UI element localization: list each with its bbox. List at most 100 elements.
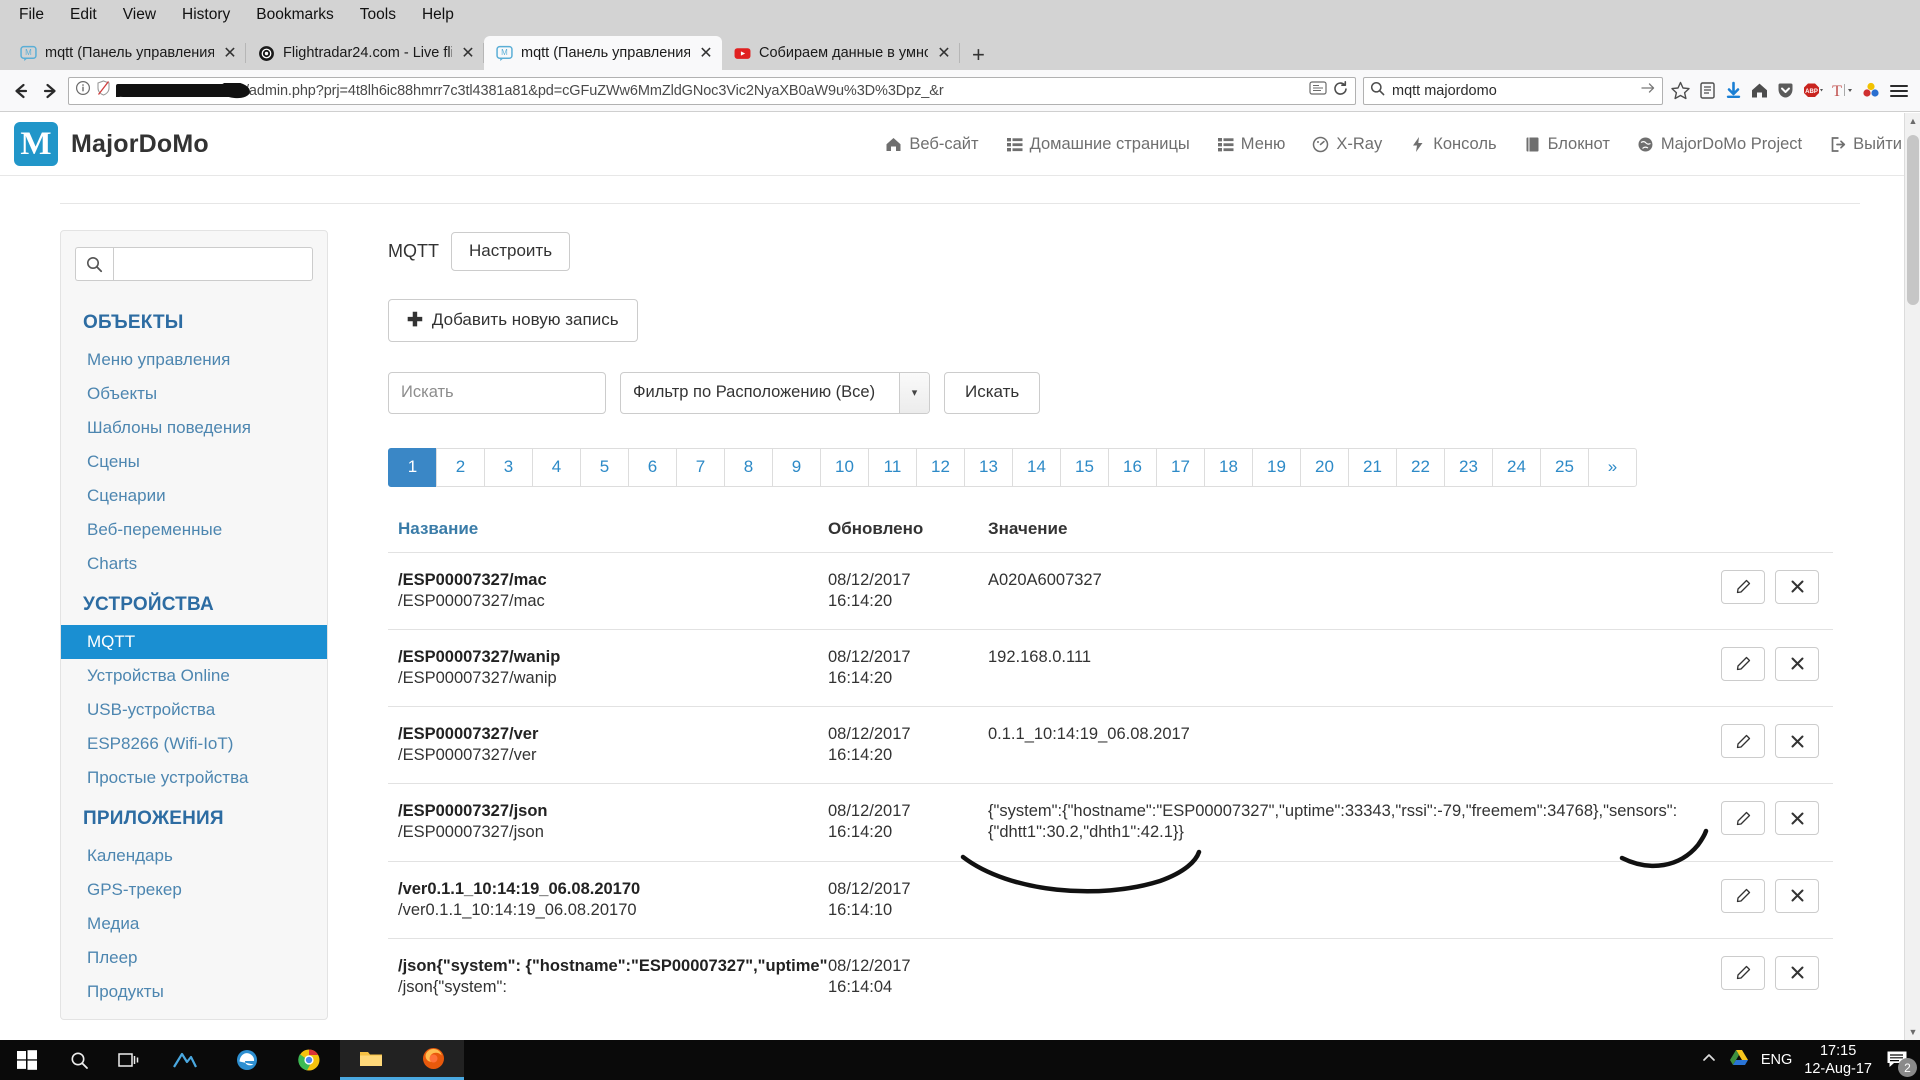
- delete-row-button[interactable]: [1775, 801, 1819, 835]
- reload-icon[interactable]: [1332, 80, 1349, 102]
- topnav-item-notepad[interactable]: Блокнот: [1524, 135, 1610, 154]
- sidebar-item-usb-devices[interactable]: USB-устройства: [61, 693, 327, 727]
- topnav-item-console[interactable]: Консоль: [1409, 135, 1496, 154]
- delete-row-button[interactable]: [1775, 956, 1819, 990]
- sidebar-item-esp8266[interactable]: ESP8266 (Wifi-IoT): [61, 727, 327, 761]
- forward-arrow-icon[interactable]: [39, 80, 61, 102]
- scroll-up-icon[interactable]: ▲: [1905, 113, 1920, 129]
- delete-row-button[interactable]: [1775, 724, 1819, 758]
- sidebar-item-mqtt[interactable]: MQTT: [61, 625, 327, 659]
- browser-tab-1[interactable]: M mqtt (Панель управления) ✕: [8, 36, 246, 70]
- edit-row-button[interactable]: [1721, 724, 1765, 758]
- sidebar-item-web-variables[interactable]: Веб-переменные: [61, 513, 327, 547]
- page-15[interactable]: 15: [1060, 448, 1109, 487]
- taskbar-edge-icon[interactable]: [216, 1040, 278, 1080]
- page-10[interactable]: 10: [820, 448, 869, 487]
- sidebar-item-scenes[interactable]: Сцены: [61, 445, 327, 479]
- browser-tab-3[interactable]: M mqtt (Панель управления) ✕: [484, 36, 722, 70]
- chevron-up-icon[interactable]: [1701, 1051, 1717, 1070]
- sidebar-item-gps-tracker[interactable]: GPS-трекер: [61, 873, 327, 907]
- column-header-name[interactable]: Название: [398, 519, 828, 539]
- scrollbar-thumb[interactable]: [1907, 135, 1919, 305]
- page-info-icon[interactable]: [75, 80, 91, 101]
- taskbar-chrome-icon[interactable]: [278, 1040, 340, 1080]
- page-12[interactable]: 12: [916, 448, 965, 487]
- scroll-down-icon[interactable]: ▼: [1905, 1024, 1920, 1040]
- edit-row-button[interactable]: [1721, 801, 1765, 835]
- translate-icon[interactable]: T: [1830, 81, 1854, 100]
- menu-edit[interactable]: Edit: [57, 4, 110, 26]
- menu-help[interactable]: Help: [409, 4, 467, 26]
- record-search-input[interactable]: [388, 372, 606, 414]
- new-tab-button[interactable]: +: [972, 44, 985, 66]
- taskbar-app-icon-1[interactable]: [154, 1040, 216, 1080]
- delete-row-button[interactable]: [1775, 879, 1819, 913]
- page-14[interactable]: 14: [1012, 448, 1061, 487]
- pocket-icon[interactable]: [1776, 81, 1795, 100]
- search-go-icon[interactable]: [1640, 81, 1656, 100]
- library-icon[interactable]: [1698, 81, 1717, 100]
- page-6[interactable]: 6: [628, 448, 677, 487]
- page-22[interactable]: 22: [1396, 448, 1445, 487]
- sidebar-item-simple-devices[interactable]: Простые устройства: [61, 761, 327, 795]
- delete-row-button[interactable]: [1775, 570, 1819, 604]
- topnav-item-project[interactable]: MajorDoMo Project: [1637, 135, 1802, 154]
- search-bar[interactable]: mqtt majordomo: [1363, 77, 1663, 105]
- taskbar-file-explorer-icon[interactable]: [340, 1040, 402, 1080]
- language-indicator[interactable]: ENG: [1761, 1052, 1792, 1068]
- downloads-icon[interactable]: [1724, 81, 1743, 100]
- sidebar-item-scenarios[interactable]: Сценарии: [61, 479, 327, 513]
- hamburger-menu-icon[interactable]: [1888, 81, 1910, 101]
- add-record-button[interactable]: ✚ Добавить новую запись: [388, 299, 638, 342]
- adblock-plus-icon[interactable]: ABP: [1802, 81, 1823, 100]
- menu-history[interactable]: History: [169, 4, 243, 26]
- page-24[interactable]: 24: [1492, 448, 1541, 487]
- page-4[interactable]: 4: [532, 448, 581, 487]
- page-13[interactable]: 13: [964, 448, 1013, 487]
- taskbar-search-icon[interactable]: [54, 1040, 104, 1080]
- page-9[interactable]: 9: [772, 448, 821, 487]
- sidebar-item-media[interactable]: Медиа: [61, 907, 327, 941]
- topnav-item-home-pages[interactable]: Домашние страницы: [1006, 135, 1190, 154]
- windows-start-icon[interactable]: [0, 1049, 54, 1071]
- page-18[interactable]: 18: [1204, 448, 1253, 487]
- home-icon[interactable]: [1750, 81, 1769, 100]
- page-5[interactable]: 5: [580, 448, 629, 487]
- browser-tab-3-close-icon[interactable]: ✕: [698, 43, 714, 63]
- browser-tab-1-close-icon[interactable]: ✕: [222, 43, 238, 63]
- menu-file[interactable]: File: [6, 4, 57, 26]
- task-view-icon[interactable]: [104, 1040, 154, 1080]
- topnav-item-website[interactable]: Веб-сайт: [885, 135, 978, 154]
- topnav-item-xray[interactable]: X-Ray: [1312, 135, 1382, 154]
- page-16[interactable]: 16: [1108, 448, 1157, 487]
- menu-tools[interactable]: Tools: [347, 4, 409, 26]
- location-filter-select[interactable]: Фильтр по Расположению (Все) ▾: [620, 372, 930, 414]
- menu-bookmarks[interactable]: Bookmarks: [243, 4, 347, 26]
- brand[interactable]: M MajorDoMo: [0, 122, 209, 166]
- page-8[interactable]: 8: [724, 448, 773, 487]
- search-button[interactable]: Искать: [944, 372, 1040, 414]
- page-11[interactable]: 11: [868, 448, 917, 487]
- topnav-item-menu[interactable]: Меню: [1217, 135, 1286, 154]
- edit-row-button[interactable]: [1721, 879, 1765, 913]
- reader-mode-icon[interactable]: [1309, 80, 1327, 101]
- taskbar-firefox-icon[interactable]: [402, 1040, 464, 1080]
- page-7[interactable]: 7: [676, 448, 725, 487]
- page-20[interactable]: 20: [1300, 448, 1349, 487]
- page-2[interactable]: 2: [436, 448, 485, 487]
- sidebar-item-products[interactable]: Продукты: [61, 975, 327, 1009]
- sidebar-item-devices-online[interactable]: Устройства Online: [61, 659, 327, 693]
- sidebar-search-input[interactable]: [113, 247, 313, 281]
- browser-tab-4[interactable]: Собираем данные в умно ✕: [722, 36, 960, 70]
- page-scrollbar[interactable]: ▲ ▼: [1904, 113, 1920, 1040]
- address-bar[interactable]: /admin.php?prj=4t8lh6ic88hmrr7c3tl4381a8…: [68, 77, 1356, 105]
- configure-button[interactable]: Настроить: [451, 232, 570, 271]
- browser-tab-2[interactable]: Flightradar24.com - Live flig ✕: [246, 36, 484, 70]
- page-21[interactable]: 21: [1348, 448, 1397, 487]
- browser-tab-2-close-icon[interactable]: ✕: [460, 43, 476, 63]
- page-23[interactable]: 23: [1444, 448, 1493, 487]
- page-1[interactable]: 1: [388, 448, 437, 487]
- menu-view[interactable]: View: [110, 4, 169, 26]
- page-25[interactable]: 25: [1540, 448, 1589, 487]
- sidebar-item-control-menu[interactable]: Меню управления: [61, 343, 327, 377]
